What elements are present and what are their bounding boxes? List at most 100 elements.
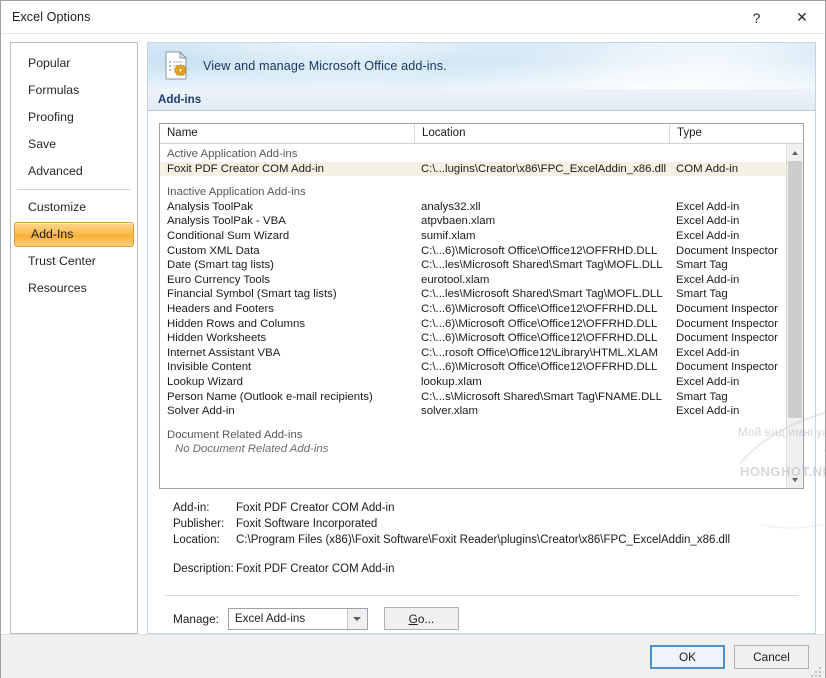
cell-name: Headers and Footers bbox=[167, 302, 275, 315]
cell-location: C:\...6)\Microsoft Office\Office12\OFFRH… bbox=[421, 332, 658, 345]
cell-type: Smart Tag bbox=[676, 390, 728, 403]
scrollbar-thumb[interactable] bbox=[788, 161, 802, 419]
detail-description-label: Description: bbox=[173, 563, 234, 575]
sidebar-item-resources[interactable]: Resources bbox=[12, 275, 136, 302]
cell-name: Document Related Add-ins bbox=[167, 428, 303, 441]
cell-type: Excel Add-in bbox=[676, 229, 740, 242]
table-row[interactable]: Foxit PDF Creator COM Add-in C:\...lugins… bbox=[160, 161, 786, 177]
cell-location bbox=[414, 147, 669, 162]
cell-location: C:\...les\Microsoft Shared\Smart Tag\MOF… bbox=[421, 259, 663, 272]
sidebar-item-save[interactable]: Save bbox=[12, 131, 136, 158]
table-row[interactable]: Hidden Worksheets C:\...6)\Microsoft Offi… bbox=[160, 331, 786, 346]
cell-type bbox=[669, 147, 786, 162]
table-row[interactable]: Financial Symbol (Smart tag lists) C:\...… bbox=[160, 287, 786, 302]
options-sidebar: Popular Formulas Proofing Save Advanced Custo… bbox=[10, 42, 138, 634]
table-row[interactable]: Lookup Wizard lookup.xlam Excel Add-in bbox=[160, 375, 786, 390]
ok-button[interactable]: OK bbox=[650, 645, 725, 669]
cell-name: Financial Symbol (Smart tag lists) bbox=[167, 288, 337, 301]
list-group-header: Inactive Application Add-ins bbox=[160, 184, 786, 200]
cell-type: Excel Add-in bbox=[676, 405, 740, 418]
cell-type: Document Inspector bbox=[676, 361, 778, 374]
go-button-accel: G bbox=[408, 611, 418, 626]
go-button[interactable]: Go... bbox=[383, 607, 459, 630]
manage-dropdown[interactable]: Excel Add-ins bbox=[227, 607, 368, 630]
table-row[interactable]: Internet Assistant VBA C:\...rosoft Offic… bbox=[160, 346, 786, 361]
table-row[interactable]: Analysis ToolPak - VBA atpvbaen.xlam Excel… bbox=[160, 214, 786, 229]
list-group-header: Active Application Add-ins bbox=[160, 146, 786, 162]
list-empty-note: No Document Related Add-ins bbox=[160, 442, 786, 457]
cell-location: solver.xlam bbox=[421, 405, 478, 418]
resize-grip-icon[interactable] bbox=[810, 665, 822, 677]
cell-location: lookup.xlam bbox=[421, 375, 482, 388]
cell-name: Conditional Sum Wizard bbox=[167, 229, 290, 242]
cell-type: Smart Tag bbox=[676, 259, 728, 272]
detail-publisher-label: Publisher: bbox=[173, 518, 225, 530]
cell-name: No Document Related Add-ins bbox=[175, 443, 329, 456]
close-icon[interactable]: ✕ bbox=[779, 1, 825, 34]
column-header-type[interactable]: Type bbox=[669, 124, 803, 143]
table-row[interactable]: Solver Add-in solver.xlam Excel Add-in bbox=[160, 404, 786, 419]
sidebar-item-trust-center[interactable]: Trust Center bbox=[12, 248, 136, 275]
document-gear-icon bbox=[160, 49, 194, 83]
table-row[interactable]: Hidden Rows and Columns C:\...6)\Microsof… bbox=[160, 317, 786, 332]
cell-location: C:\...6)\Microsoft Office\Office12\OFFRH… bbox=[421, 317, 658, 330]
detail-addin-value: Foxit PDF Creator COM Add-in bbox=[236, 502, 395, 514]
detail-publisher: Publisher: Foxit Software Incorporated bbox=[173, 518, 804, 534]
cell-location: sumif.xlam bbox=[421, 229, 476, 242]
cell-location bbox=[414, 428, 669, 443]
chevron-down-icon[interactable] bbox=[346, 608, 367, 629]
scroll-up-icon[interactable] bbox=[787, 144, 803, 161]
scrollbar-track[interactable] bbox=[787, 161, 803, 471]
table-row[interactable]: Headers and Footers C:\...6)\Microsoft Of… bbox=[160, 302, 786, 317]
table-row[interactable]: Person Name (Outlook e-mail recipients) C… bbox=[160, 390, 786, 405]
cell-name: Solver Add-in bbox=[167, 405, 235, 418]
sidebar-item-popular[interactable]: Popular bbox=[12, 50, 136, 77]
options-content-pane: View and manage Microsoft Office add-ins… bbox=[147, 42, 826, 634]
cell-name: Inactive Application Add-ins bbox=[167, 186, 306, 199]
cell-name: Hidden Worksheets bbox=[167, 332, 267, 345]
cell-name: Analysis ToolPak bbox=[167, 200, 253, 213]
help-icon[interactable]: ? bbox=[734, 1, 779, 34]
cell-name: Analysis ToolPak - VBA bbox=[167, 215, 286, 228]
sidebar-divider bbox=[17, 189, 131, 190]
column-header-name[interactable]: Name bbox=[160, 124, 414, 143]
sidebar-item-add-ins[interactable]: Add-Ins bbox=[14, 222, 134, 247]
cell-location: atpvbaen.xlam bbox=[421, 215, 496, 228]
column-header-location[interactable]: Location bbox=[414, 124, 669, 143]
detail-spacer bbox=[173, 550, 804, 563]
table-row[interactable]: Conditional Sum Wizard sumif.xlam Excel Ad… bbox=[160, 229, 786, 244]
sidebar-item-customize[interactable]: Customize bbox=[12, 194, 136, 221]
table-row[interactable]: Custom XML Data C:\...6)\Microsoft Office… bbox=[160, 244, 786, 259]
list-vertical-scrollbar[interactable] bbox=[786, 144, 803, 488]
cancel-button[interactable]: Cancel bbox=[734, 645, 809, 669]
cell-name: Date (Smart tag lists) bbox=[167, 259, 274, 272]
detail-location: Location: C:\Program Files (x86)\Foxit S… bbox=[173, 534, 804, 550]
cell-type: Excel Add-in bbox=[676, 273, 740, 286]
table-row[interactable]: Invisible Content C:\...6)\Microsoft Offi… bbox=[160, 360, 786, 375]
cell-location bbox=[414, 185, 669, 200]
table-row[interactable]: Date (Smart tag lists) C:\...les\Microsof… bbox=[160, 258, 786, 273]
cell-type bbox=[669, 185, 786, 200]
header-banner: View and manage Microsoft Office add-ins… bbox=[147, 42, 816, 89]
cell-type: Document Inspector bbox=[676, 332, 778, 345]
addins-list[interactable]: Name Location Type Active Application Ad… bbox=[159, 123, 804, 489]
cell-location: C:\...rosoft Office\Office12\Library\HTM… bbox=[421, 346, 658, 359]
cell-location: analys32.xll bbox=[421, 200, 481, 213]
cell-name: Internet Assistant VBA bbox=[167, 346, 281, 359]
dialog-footer: OK Cancel bbox=[1, 634, 825, 678]
detail-location-label: Location: bbox=[173, 534, 220, 546]
scroll-down-icon[interactable] bbox=[787, 471, 803, 488]
sidebar-item-proofing[interactable]: Proofing bbox=[12, 104, 136, 131]
cell-type: Excel Add-in bbox=[676, 375, 740, 388]
sidebar-item-advanced[interactable]: Advanced bbox=[12, 158, 136, 185]
list-row-spacer bbox=[160, 176, 786, 184]
cell-type: Document Inspector bbox=[676, 244, 778, 257]
cell-type: Excel Add-in bbox=[676, 215, 740, 228]
cell-location: C:\...6)\Microsoft Office\Office12\OFFRH… bbox=[421, 244, 658, 257]
title-bar: Excel Options ? ✕ bbox=[1, 1, 825, 34]
table-row[interactable]: Analysis ToolPak analys32.xll Excel Add-in bbox=[160, 200, 786, 215]
table-row[interactable]: Euro Currency Tools eurotool.xlam Excel Ad… bbox=[160, 273, 786, 288]
cell-location: C:\...6)\Microsoft Office\Office12\OFFRH… bbox=[421, 361, 658, 374]
cell-type: COM Add-in bbox=[676, 162, 739, 175]
sidebar-item-formulas[interactable]: Formulas bbox=[12, 77, 136, 104]
